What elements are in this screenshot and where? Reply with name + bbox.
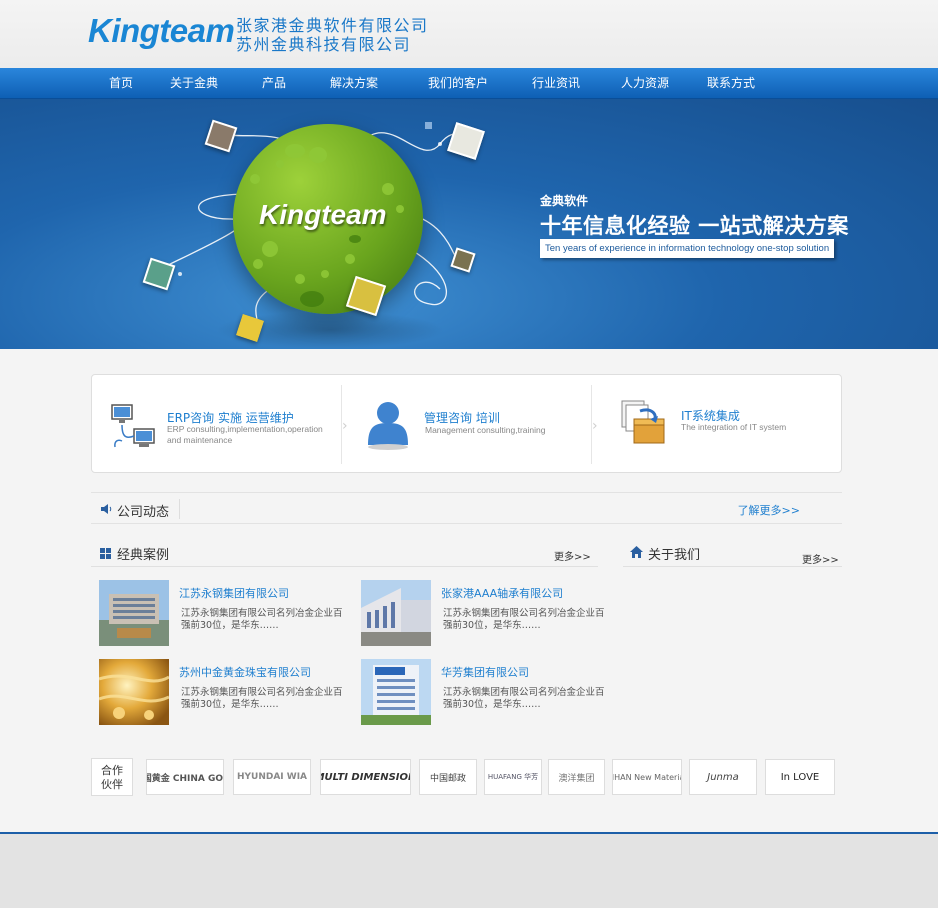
case-item[interactable]: 张家港AAA轴承有限公司 江苏永钢集团有限公司名列冶金企业百强前30位，是华东…… bbox=[361, 580, 611, 648]
case-desc: 江苏永钢集团有限公司名列冶金企业百强前30位，是华东…… bbox=[181, 608, 343, 631]
nav-industry-news[interactable]: 行业资讯 bbox=[532, 68, 580, 99]
case-photo-tower bbox=[361, 659, 431, 725]
partners-label: 合作 伙伴 bbox=[91, 758, 133, 796]
nav-about[interactable]: 关于金典 bbox=[170, 68, 218, 99]
service-it-desc: The integration of IT system bbox=[681, 422, 787, 432]
partner-logo-hyundai-wia[interactable]: HYUNDAI WIA bbox=[233, 759, 311, 795]
partner-logo-multi-dimension[interactable]: MULTI DIMENSION bbox=[320, 759, 411, 795]
partner-logo-junma[interactable]: Junma bbox=[689, 759, 757, 795]
case-name[interactable]: 苏州中金黄金珠宝有限公司 bbox=[179, 664, 311, 680]
hero-banner[interactable]: Kingteam 金典软件 十年信息化经验 一站式解决方案 Ten years … bbox=[0, 99, 938, 349]
header: Kingteam 张家港金典软件有限公司 苏州金典科技有限公司 bbox=[0, 0, 938, 68]
company-name-2: 苏州金典科技有限公司 bbox=[236, 35, 412, 54]
nav-customers[interactable]: 我们的客户 bbox=[428, 68, 488, 99]
nav-home[interactable]: 首页 bbox=[109, 68, 133, 99]
case-photo-gold bbox=[99, 659, 169, 725]
divider bbox=[179, 499, 180, 519]
partners-label-line2: 伙伴 bbox=[101, 778, 123, 791]
grid-icon bbox=[100, 548, 111, 559]
cases-more-link[interactable]: 更多>> bbox=[554, 548, 591, 563]
services-panel: ERP咨询 实施 运营维护 ERP consulting,implementat… bbox=[91, 374, 842, 473]
company-news-bar: 公司动态 了解更多>> bbox=[91, 492, 842, 524]
partner-logo-huafang[interactable]: HUAFANG 华芳 bbox=[484, 759, 542, 795]
about-header: 关于我们 更多>> bbox=[623, 543, 842, 567]
case-name[interactable]: 江苏永钢集团有限公司 bbox=[179, 585, 289, 601]
case-desc: 江苏永钢集团有限公司名列冶金企业百强前30位，是华东…… bbox=[443, 687, 605, 710]
case-name[interactable]: 张家港AAA轴承有限公司 bbox=[441, 585, 563, 601]
home-icon bbox=[630, 546, 643, 558]
case-item[interactable]: 苏州中金黄金珠宝有限公司 江苏永钢集团有限公司名列冶金企业百强前30位，是华东…… bbox=[99, 659, 349, 727]
box-integration-icon bbox=[621, 400, 665, 444]
case-photo-building bbox=[99, 580, 169, 646]
case-photo-factory bbox=[361, 580, 431, 646]
nav-contact[interactable]: 联系方式 bbox=[707, 68, 755, 99]
case-desc: 江苏永钢集团有限公司名列冶金企业百强前30位，是华东…… bbox=[181, 687, 343, 710]
computer-network-icon bbox=[111, 404, 155, 448]
cases-title: 经典案例 bbox=[117, 548, 170, 563]
news-more-link[interactable]: 了解更多>> bbox=[738, 502, 800, 518]
logo[interactable]: Kingteam bbox=[88, 12, 235, 50]
service-erp-desc: ERP consulting,implementation,operation … bbox=[167, 424, 323, 445]
service-management-desc: Management consulting,training bbox=[425, 425, 546, 435]
about-more-link[interactable]: 更多>> bbox=[802, 551, 839, 566]
speaker-icon bbox=[101, 504, 112, 514]
service-management-title[interactable]: 管理咨询 培训 bbox=[424, 409, 500, 426]
case-item[interactable]: 华芳集团有限公司 江苏永钢集团有限公司名列冶金企业百强前30位，是华东…… bbox=[361, 659, 611, 727]
cases-header: 经典案例 更多>> bbox=[91, 543, 598, 567]
company-names: 张家港金典软件有限公司 苏州金典科技有限公司 bbox=[236, 16, 429, 54]
company-news-title: 公司动态 bbox=[117, 505, 170, 520]
partners-label-line1: 合作 bbox=[101, 764, 123, 777]
globe-logo-text: Kingteam bbox=[259, 199, 387, 230]
banner-english-tagline: Ten years of experience in information t… bbox=[540, 239, 835, 258]
person-icon bbox=[368, 402, 408, 450]
partner-logo-china-gold[interactable]: 中国黄金 CHINA GOLD bbox=[146, 759, 224, 795]
chevron-right-icon: › bbox=[342, 418, 348, 434]
about-title: 关于我们 bbox=[648, 548, 701, 563]
partner-logo-lihan[interactable]: LIHAN New Material bbox=[612, 759, 682, 795]
footer bbox=[0, 834, 938, 908]
partner-logo-inlove[interactable]: In LOVE bbox=[765, 759, 835, 795]
nav-products[interactable]: 产品 bbox=[262, 68, 286, 99]
partner-logo-aoyang[interactable]: 澳洋集团 bbox=[548, 759, 605, 795]
company-name-1: 张家港金典软件有限公司 bbox=[236, 16, 429, 35]
main-nav: 首页 关于金典 产品 解决方案 我们的客户 行业资讯 人力资源 联系方式 bbox=[0, 68, 938, 99]
nav-solutions[interactable]: 解决方案 bbox=[330, 68, 378, 99]
case-item[interactable]: 江苏永钢集团有限公司 江苏永钢集团有限公司名列冶金企业百强前30位，是华东…… bbox=[99, 580, 349, 648]
chevron-right-icon: › bbox=[592, 418, 598, 434]
case-desc: 江苏永钢集团有限公司名列冶金企业百强前30位，是华东…… bbox=[443, 608, 605, 631]
nav-hr[interactable]: 人力资源 bbox=[621, 68, 669, 99]
banner-subtitle: 金典软件 bbox=[540, 194, 589, 208]
case-name[interactable]: 华芳集团有限公司 bbox=[441, 664, 529, 680]
banner-headline: 十年信息化经验 一站式解决方案 bbox=[540, 214, 849, 238]
partner-logo-china-post[interactable]: 中国邮政 bbox=[419, 759, 477, 795]
